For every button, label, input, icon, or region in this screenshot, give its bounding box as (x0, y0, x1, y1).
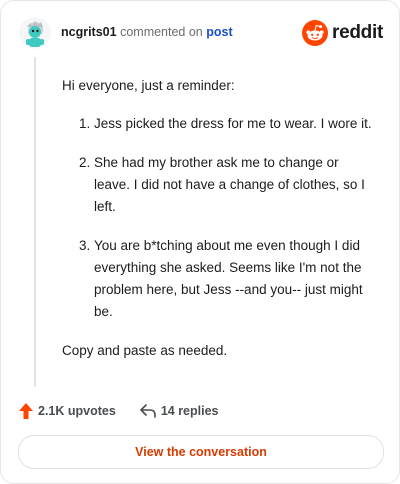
post-link[interactable]: post (206, 25, 232, 39)
comment-body: Hi everyone, just a reminder: Jess picke… (62, 75, 374, 362)
reply-count: 14 replies (160, 404, 219, 418)
thread-line (34, 57, 36, 387)
list-item: You are b*tching about me even though I … (94, 235, 374, 323)
list-item: Jess picked the dress for me to wear. I … (94, 113, 374, 135)
upvote-icon (19, 403, 33, 419)
comment-meta: ncgrits01 commented on post (61, 25, 233, 39)
reddit-logo-icon (302, 20, 329, 46)
comment-list: Jess picked the dress for me to wear. I … (62, 113, 374, 323)
avatar-icon (19, 17, 51, 49)
reply-icon (140, 404, 156, 418)
comment-intro: Hi everyone, just a reminder: (62, 78, 235, 93)
upvote-count: 2.1K upvotes (38, 404, 116, 418)
reddit-wordmark: reddit (332, 22, 383, 43)
comment-header: ncgrits01 commented on post reddit (19, 15, 383, 51)
comment-outro: Copy and paste as needed. (62, 343, 228, 358)
user-avatar[interactable] (19, 17, 51, 49)
list-item: She had my brother ask me to change or l… (94, 152, 374, 218)
username-link[interactable]: ncgrits01 (61, 25, 117, 39)
comment-embed-card: ncgrits01 commented on post reddit Hi ev… (0, 0, 400, 484)
reddit-brand[interactable]: reddit (302, 17, 383, 49)
upvote-button[interactable]: 2.1K upvotes (19, 403, 116, 419)
view-conversation-button[interactable]: View the conversation (18, 435, 384, 469)
action-bar: 2.1K upvotes 14 replies (19, 401, 219, 421)
replies-button[interactable]: 14 replies (140, 404, 219, 418)
meta-verb: commented on (120, 25, 203, 39)
